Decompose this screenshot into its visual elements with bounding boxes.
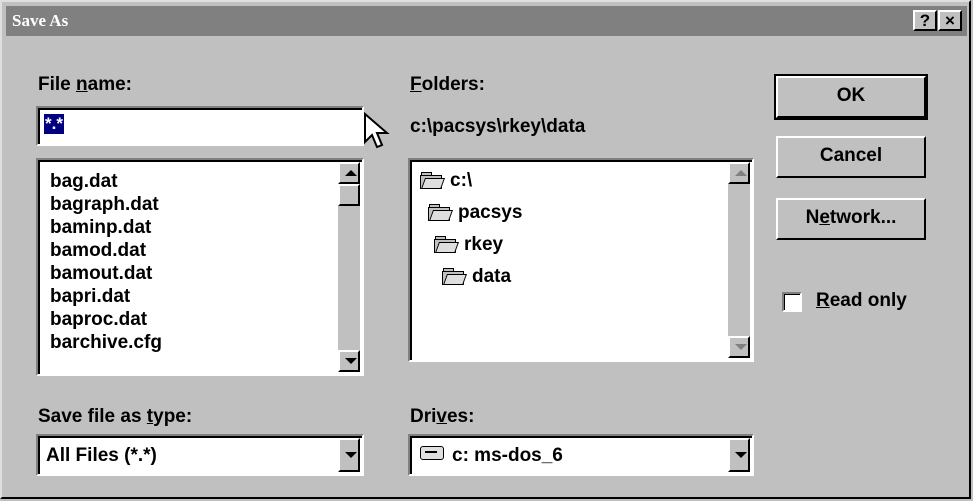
file-list-items: bag.dat bagraph.dat baminp.dat bamod.dat… xyxy=(50,170,162,354)
file-list-item[interactable]: barchive.cfg xyxy=(50,331,162,354)
down-arrow-icon xyxy=(345,358,357,364)
file-list-item[interactable]: baproc.dat xyxy=(50,308,162,331)
scroll-down-button[interactable] xyxy=(728,336,750,358)
folder-item[interactable]: pacsys xyxy=(428,202,522,224)
save-type-select[interactable]: All Files (*.*) xyxy=(36,434,364,476)
file-list-scrollbar[interactable] xyxy=(338,162,360,372)
folder-item[interactable]: rkey xyxy=(434,234,503,256)
down-arrow-icon xyxy=(735,344,747,350)
read-only-checkbox[interactable] xyxy=(782,292,802,312)
hard-drive-icon xyxy=(420,446,444,460)
scroll-up-button[interactable] xyxy=(338,162,360,184)
save-type-value: All Files (*.*) xyxy=(46,445,157,466)
folder-item[interactable]: c:\ xyxy=(420,170,472,192)
file-list-item[interactable]: bag.dat xyxy=(50,170,162,193)
cancel-button[interactable]: Cancel xyxy=(776,136,926,178)
folder-tree[interactable]: c:\ pacsys rkey data xyxy=(408,158,754,362)
drives-select[interactable]: c: ms-dos_6 xyxy=(408,434,754,476)
current-path: c:\pacsys\rkey\data xyxy=(410,116,586,137)
file-list-item[interactable]: bamod.dat xyxy=(50,239,162,262)
chevron-down-icon xyxy=(735,452,747,458)
ok-button[interactable]: OK xyxy=(774,74,928,120)
chevron-down-icon xyxy=(345,452,357,458)
save-type-label: Save file as type: xyxy=(38,406,193,427)
window-title: Save As xyxy=(12,11,69,30)
folders-label: Folders: xyxy=(410,74,485,95)
file-list-item[interactable]: baminp.dat xyxy=(50,216,162,239)
network-button[interactable]: Network... xyxy=(776,198,926,240)
file-name-input[interactable]: *.* xyxy=(36,106,364,146)
drives-value: c: ms-dos_6 xyxy=(452,445,563,466)
up-arrow-icon xyxy=(345,170,357,176)
file-list-item[interactable]: bamout.dat xyxy=(50,262,162,285)
title-bar[interactable]: Save As ? × xyxy=(6,6,967,36)
file-list-item[interactable]: bapri.dat xyxy=(50,285,162,308)
drives-value-wrap: c: ms-dos_6 xyxy=(420,445,563,467)
drives-label: Drives: xyxy=(410,406,475,427)
open-folder-icon xyxy=(420,172,446,189)
file-list[interactable]: bag.dat bagraph.dat baminp.dat bamod.dat… xyxy=(36,158,364,376)
file-name-value: *.* xyxy=(44,114,64,134)
folder-tree-scrollbar[interactable] xyxy=(728,162,750,358)
up-arrow-icon xyxy=(735,170,747,176)
close-button[interactable]: × xyxy=(938,10,962,31)
file-list-item[interactable]: bagraph.dat xyxy=(50,193,162,216)
mouse-cursor-icon xyxy=(364,112,390,149)
open-folder-icon xyxy=(428,204,454,221)
save-as-dialog: Save As ? × File name: *.* bag.dat bagra… xyxy=(0,0,971,499)
read-only-label[interactable]: Read only xyxy=(816,290,907,312)
scroll-thumb[interactable] xyxy=(338,184,360,206)
help-button[interactable]: ? xyxy=(913,10,937,31)
file-name-label: File name: xyxy=(38,74,132,95)
dropdown-button[interactable] xyxy=(338,438,360,472)
scroll-down-button[interactable] xyxy=(338,350,360,372)
open-folder-icon xyxy=(442,268,468,285)
dropdown-button[interactable] xyxy=(728,438,750,472)
scroll-up-button[interactable] xyxy=(728,162,750,184)
folder-item[interactable]: data xyxy=(442,266,511,288)
open-folder-icon xyxy=(434,236,460,253)
